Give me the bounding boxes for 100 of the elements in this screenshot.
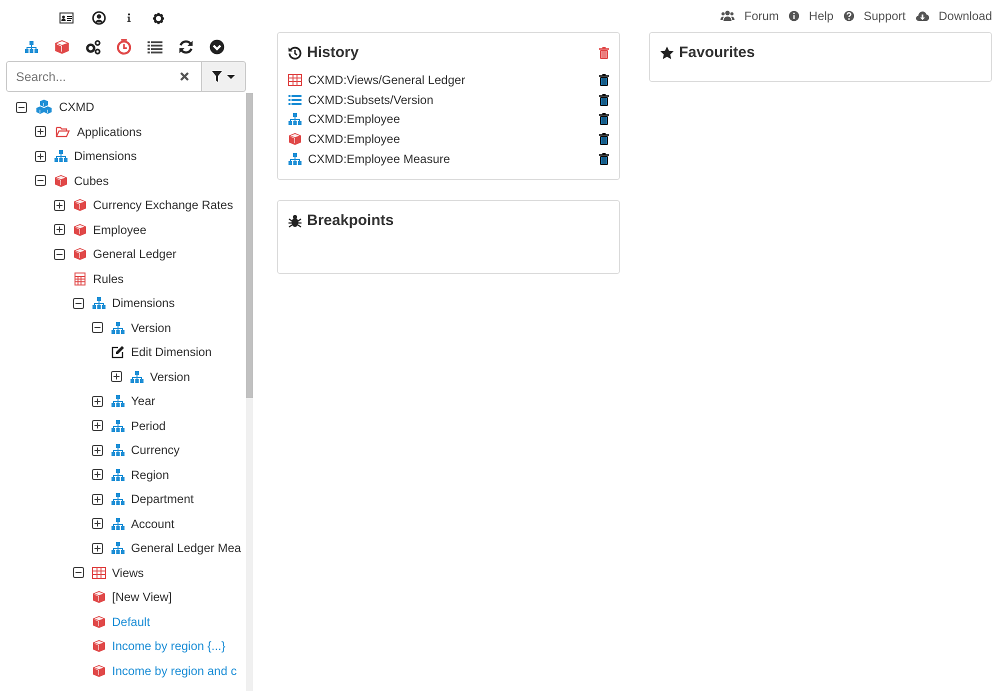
tree-item[interactable]: Employee bbox=[93, 222, 146, 237]
top-link[interactable]: Help bbox=[788, 9, 834, 23]
collapse-toggle[interactable] bbox=[92, 322, 103, 334]
folder-icon bbox=[54, 124, 71, 139]
tree-item[interactable]: Applications bbox=[77, 124, 142, 139]
history-item[interactable]: CXMD:Employee bbox=[308, 112, 599, 126]
caret-icon bbox=[227, 74, 235, 78]
filter-dropdown-button[interactable] bbox=[202, 61, 246, 92]
collapse-toggle[interactable] bbox=[73, 567, 84, 578]
cube-icon bbox=[92, 664, 106, 678]
top-link[interactable]: Support bbox=[842, 9, 906, 23]
history-item[interactable]: CXMD:Subsets/Version bbox=[308, 92, 599, 107]
expand-toggle[interactable] bbox=[92, 396, 103, 407]
expand-toggle[interactable] bbox=[92, 469, 103, 480]
trash-icon[interactable] bbox=[599, 132, 609, 145]
question-icon bbox=[842, 10, 855, 22]
expand-toggle[interactable] bbox=[92, 518, 103, 530]
tree-item[interactable]: Version bbox=[150, 370, 190, 384]
view-link[interactable]: Income by region {...} bbox=[112, 639, 226, 654]
expand-toggle[interactable] bbox=[35, 126, 46, 138]
chevron-down-icon[interactable] bbox=[209, 39, 225, 55]
hierarchy-icon bbox=[111, 492, 125, 506]
clear-history-icon[interactable] bbox=[599, 46, 609, 58]
hierarchy-icon bbox=[54, 149, 68, 164]
tree-item[interactable]: Currency bbox=[131, 443, 180, 458]
list-icon[interactable] bbox=[147, 39, 163, 55]
tree-item[interactable]: Department bbox=[131, 492, 194, 506]
cube-icon bbox=[73, 198, 87, 212]
tree-item[interactable]: Year bbox=[131, 394, 156, 408]
filter-icon bbox=[212, 71, 222, 82]
cube-icon bbox=[54, 174, 68, 188]
expand-toggle[interactable] bbox=[35, 150, 46, 162]
cubes-icon bbox=[35, 99, 53, 116]
clock-icon[interactable] bbox=[116, 39, 132, 55]
trash-icon[interactable] bbox=[599, 74, 609, 86]
tree-item[interactable]: Dimensions bbox=[74, 149, 137, 164]
cube-icon bbox=[73, 222, 87, 237]
settings-icon[interactable] bbox=[152, 12, 165, 24]
table-icon bbox=[92, 566, 106, 580]
cube-icon bbox=[92, 639, 106, 654]
expand-toggle[interactable] bbox=[111, 371, 122, 382]
bug-icon bbox=[288, 214, 302, 228]
top-link[interactable]: Forum bbox=[720, 9, 779, 23]
id-card-icon[interactable] bbox=[59, 11, 74, 25]
history-item[interactable]: CXMD:Employee bbox=[308, 132, 599, 146]
gears-icon[interactable] bbox=[85, 39, 101, 55]
expand-toggle[interactable] bbox=[92, 420, 103, 432]
tree-item[interactable]: General Ledger Mea bbox=[131, 541, 242, 556]
hierarchy-icon bbox=[111, 394, 125, 408]
view-link[interactable]: Default bbox=[112, 614, 150, 629]
tree-item[interactable]: Region bbox=[131, 468, 170, 482]
tree-item[interactable]: Period bbox=[131, 418, 166, 433]
collapse-toggle[interactable] bbox=[35, 175, 46, 186]
expand-toggle[interactable] bbox=[92, 444, 103, 456]
tree-item[interactable]: Version bbox=[131, 320, 172, 335]
tree-item[interactable]: General Ledger bbox=[93, 247, 176, 262]
expand-toggle[interactable] bbox=[54, 200, 65, 211]
scrollbar[interactable] bbox=[246, 93, 253, 691]
expand-toggle[interactable] bbox=[54, 224, 65, 236]
tree-item[interactable]: Account bbox=[131, 516, 174, 531]
collapse-toggle[interactable] bbox=[54, 248, 65, 260]
collapse-toggle[interactable] bbox=[73, 298, 84, 309]
info-icon bbox=[788, 10, 800, 22]
tree-item[interactable]: Cubes bbox=[74, 174, 109, 188]
star-icon bbox=[660, 46, 674, 60]
hierarchy-icon[interactable] bbox=[24, 40, 39, 54]
tree-item[interactable]: [New View] bbox=[112, 590, 172, 604]
tree-item[interactable]: Rules bbox=[93, 272, 124, 286]
hierarchy-icon bbox=[111, 418, 125, 433]
top-link[interactable]: Download bbox=[914, 9, 992, 23]
tree-item[interactable]: Dimensions bbox=[112, 296, 175, 310]
history-item[interactable]: CXMD:Views/General Ledger bbox=[308, 72, 599, 87]
clear-icon[interactable] bbox=[180, 72, 189, 81]
tree-item[interactable]: CXMD bbox=[59, 100, 94, 114]
tree-item[interactable]: Edit Dimension bbox=[131, 345, 212, 360]
hierarchy-icon bbox=[111, 443, 125, 458]
expand-toggle[interactable] bbox=[92, 494, 103, 505]
trash-icon[interactable] bbox=[599, 113, 609, 126]
hierarchy-icon bbox=[288, 152, 302, 166]
tree-item[interactable]: Views bbox=[112, 566, 144, 580]
expand-toggle[interactable] bbox=[92, 542, 103, 554]
hierarchy-icon bbox=[111, 541, 125, 556]
hierarchy-icon bbox=[92, 296, 106, 310]
refresh-icon[interactable] bbox=[178, 39, 194, 55]
cube-icon bbox=[73, 247, 87, 262]
collapse-toggle[interactable] bbox=[16, 102, 27, 113]
trash-icon[interactable] bbox=[599, 94, 609, 106]
history-icon bbox=[288, 46, 302, 60]
trash-icon[interactable] bbox=[599, 152, 609, 165]
hierarchy-icon bbox=[288, 112, 302, 126]
view-link[interactable]: Income by region and c bbox=[112, 664, 237, 678]
users-icon bbox=[720, 9, 736, 23]
card-title: Favourites bbox=[679, 44, 756, 61]
tree-item[interactable]: Currency Exchange Rates bbox=[93, 198, 234, 212]
card-title: History bbox=[307, 44, 360, 61]
user-icon[interactable] bbox=[92, 11, 106, 25]
search-field[interactable]: Search... bbox=[6, 61, 202, 92]
cube-icon bbox=[92, 614, 106, 629]
cube-icon[interactable] bbox=[54, 39, 70, 55]
history-item[interactable]: CXMD:Employee Measure bbox=[308, 152, 599, 166]
